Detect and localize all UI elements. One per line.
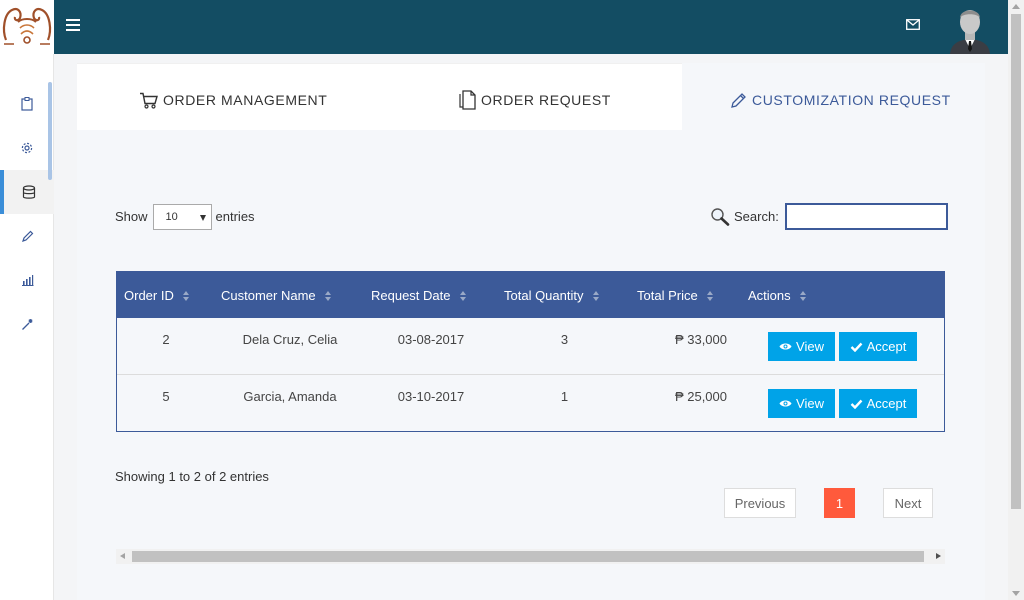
total-price-cell: ₱ 25,000 (674, 389, 727, 404)
total-quantity-cell: 1 (560, 389, 569, 404)
sort-icon (459, 290, 467, 301)
requests-table: Order ID Customer Name Request Date Tota… (116, 271, 945, 432)
scroll-right-arrow-icon[interactable] (936, 553, 941, 559)
sidebar-item-clipboard[interactable] (0, 82, 54, 126)
search-input[interactable] (784, 203, 948, 230)
top-bar (54, 0, 1008, 54)
tab-label: ORDER MANAGEMENT (163, 92, 328, 108)
gear-icon (21, 142, 33, 154)
sort-icon (706, 290, 714, 301)
sort-icon (324, 290, 332, 301)
eye-icon (779, 343, 792, 350)
chevron-down-icon (199, 214, 206, 221)
order-id-cell: 2 (162, 332, 170, 347)
table-row: 5 Garcia, Amanda 03-10-2017 1 ₱ 25,000 V… (117, 375, 944, 432)
search-label: Search: (734, 209, 779, 224)
vertical-scroll-thumb[interactable] (1011, 14, 1021, 509)
column-header-customer-name[interactable]: Customer Name (221, 288, 332, 303)
request-date-cell: 03-08-2017 (397, 332, 465, 347)
mail-icon[interactable] (906, 19, 920, 30)
sidebar-item-pencil[interactable] (0, 214, 54, 258)
sort-icon (592, 290, 600, 301)
sort-icon (799, 290, 807, 301)
accept-label: Accept (866, 339, 907, 354)
search-icon (711, 208, 730, 226)
customer-name-cell: Dela Cruz, Celia (242, 332, 338, 347)
accept-button[interactable]: Accept (839, 332, 917, 361)
sidebar-item-settings[interactable] (0, 126, 54, 170)
total-price-cell: ₱ 33,000 (674, 332, 727, 347)
sidebar-item-database[interactable] (0, 170, 54, 214)
next-page-button[interactable]: Next (883, 488, 933, 518)
check-icon (850, 342, 863, 352)
column-label: Total Quantity (504, 288, 584, 303)
scroll-left-arrow-icon[interactable] (120, 553, 125, 559)
total-quantity-cell: 3 (560, 332, 569, 347)
view-label: View (796, 339, 824, 354)
column-header-order-id[interactable]: Order ID (124, 288, 190, 303)
scroll-down-arrow-icon[interactable] (1012, 591, 1020, 596)
brand-logo (0, 0, 54, 54)
column-header-total-quantity[interactable]: Total Quantity (504, 288, 600, 303)
check-icon (850, 399, 863, 409)
column-label: Total Price (637, 288, 698, 303)
magic-wand-icon (21, 318, 32, 330)
horizontal-scroll-thumb[interactable] (132, 551, 924, 562)
table-header: Order ID Customer Name Request Date Tota… (117, 272, 944, 318)
avatar[interactable] (948, 4, 992, 54)
horizontal-scrollbar[interactable] (116, 549, 945, 564)
pencil-icon (21, 230, 33, 242)
accept-button[interactable]: Accept (839, 389, 917, 418)
hamburger-menu-icon[interactable] (66, 19, 80, 31)
sidebar-scrollbar[interactable] (48, 82, 52, 180)
show-label: Show (115, 209, 148, 224)
table-row: 2 Dela Cruz, Celia 03-08-2017 3 ₱ 33,000… (117, 318, 944, 375)
column-label: Request Date (371, 288, 451, 303)
order-id-cell: 5 (162, 389, 170, 404)
entries-label: entries (215, 209, 255, 224)
document-icon (459, 90, 476, 110)
sidebar (0, 0, 54, 600)
cart-icon (140, 92, 158, 109)
tab-order-request[interactable]: ORDER REQUEST (459, 88, 611, 112)
search-control: Search: (710, 203, 948, 230)
column-label: Customer Name (221, 288, 316, 303)
tab-order-management[interactable]: ORDER MANAGEMENT (139, 88, 327, 112)
customer-name-cell: Garcia, Amanda (243, 389, 337, 404)
column-header-request-date[interactable]: Request Date (371, 288, 467, 303)
tab-label: ORDER REQUEST (481, 92, 611, 108)
vertical-scrollbar[interactable] (1008, 0, 1024, 600)
view-label: View (796, 396, 824, 411)
view-button[interactable]: View (768, 332, 835, 361)
sort-icon (182, 290, 190, 301)
column-header-actions[interactable]: Actions (748, 288, 807, 303)
tab-customization-request[interactable]: CUSTOMIZATION REQUEST (730, 88, 951, 112)
clipboard-icon (21, 97, 33, 111)
previous-page-button[interactable]: Previous (724, 488, 796, 518)
sidebar-item-magic[interactable] (0, 302, 54, 346)
request-date-cell: 03-10-2017 (397, 389, 465, 404)
column-label: Actions (748, 288, 791, 303)
tab-label: CUSTOMIZATION REQUEST (752, 92, 951, 108)
bar-chart-icon (21, 275, 33, 286)
table-info: Showing 1 to 2 of 2 entries (115, 469, 269, 484)
pencil-icon (731, 92, 746, 108)
database-icon (22, 184, 36, 199)
page-length-control: Show 10 entries (115, 203, 255, 230)
eye-icon (779, 400, 792, 407)
page-length-select[interactable]: 10 (152, 203, 212, 230)
view-button[interactable]: View (768, 389, 835, 418)
page-length-value: 10 (165, 210, 178, 223)
accept-label: Accept (866, 396, 907, 411)
page-1-button[interactable]: 1 (824, 488, 855, 518)
sidebar-item-chart[interactable] (0, 258, 54, 302)
column-header-total-price[interactable]: Total Price (637, 288, 714, 303)
column-label: Order ID (124, 288, 174, 303)
scroll-up-arrow-icon[interactable] (1012, 4, 1020, 9)
